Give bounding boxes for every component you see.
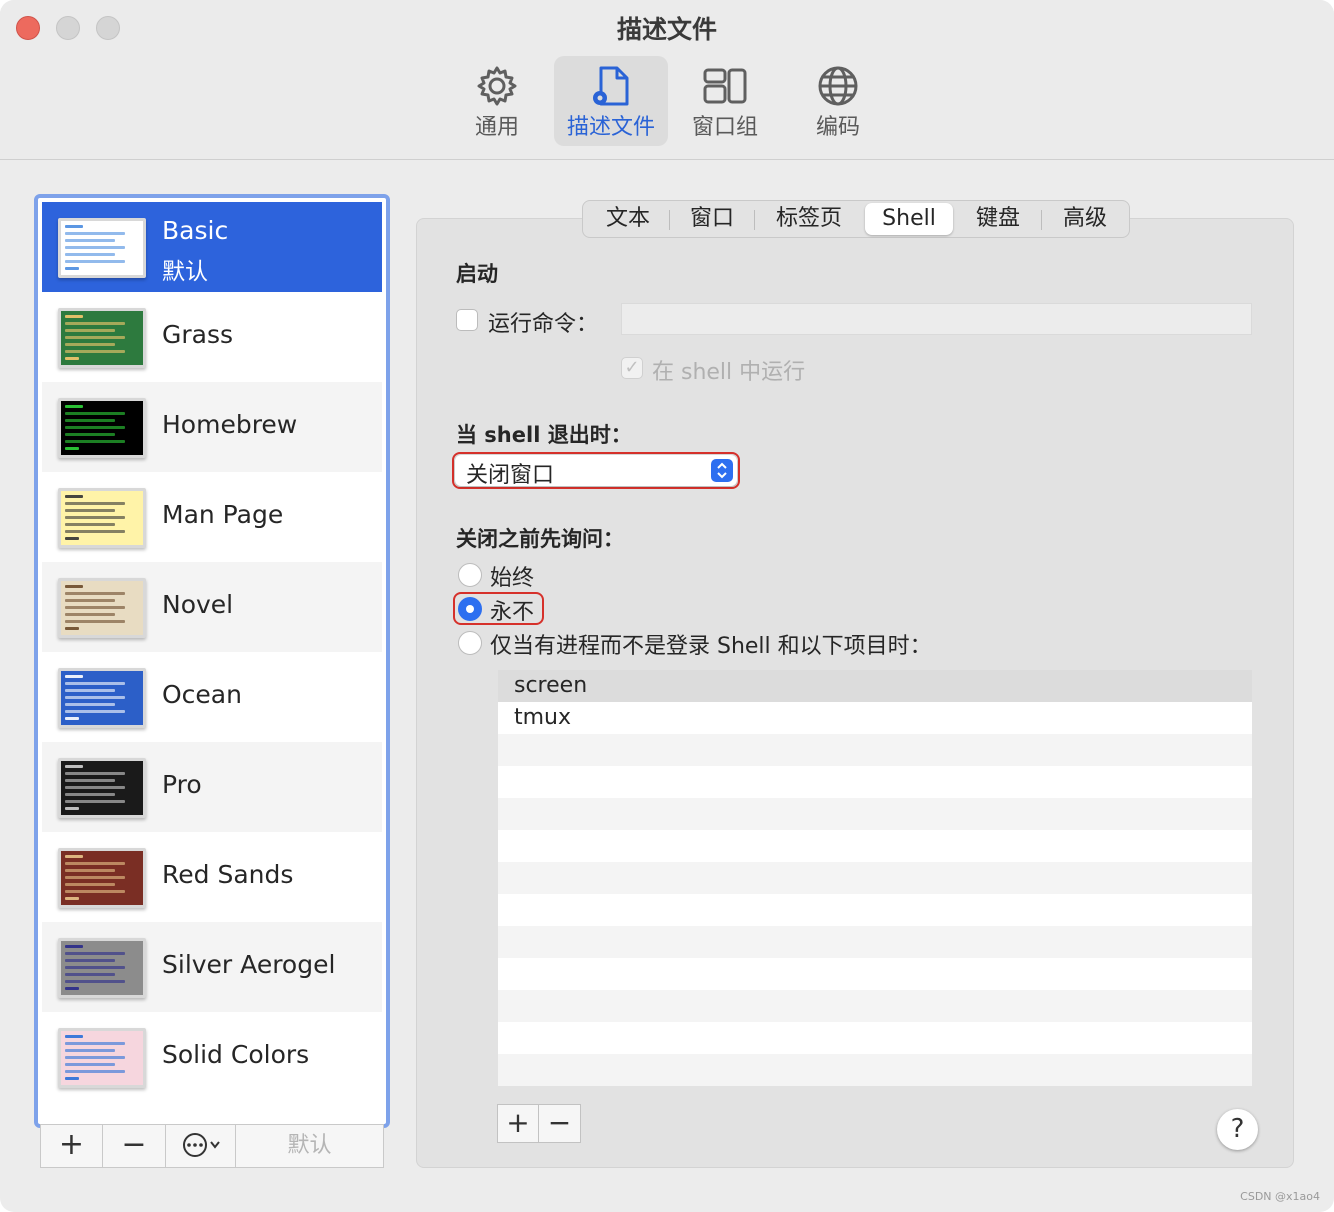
empty-row xyxy=(498,1054,1252,1086)
profile-name: Man Page xyxy=(162,500,284,529)
empty-row xyxy=(498,766,1252,798)
tab-separator xyxy=(1041,210,1042,230)
empty-row xyxy=(498,1022,1252,1054)
profile-row[interactable]: Man Page xyxy=(42,472,382,562)
profile-preview-thumbnail xyxy=(58,218,146,278)
gear-icon xyxy=(477,66,517,106)
on-exit-section-title: 当 shell 退出时： xyxy=(456,423,632,447)
empty-row xyxy=(498,734,1252,766)
run-in-shell-checkbox: ✓ xyxy=(621,357,643,379)
profile-row[interactable]: Solid Colors xyxy=(42,1012,382,1102)
process-list-buttons: + − xyxy=(497,1104,581,1143)
tab-separator xyxy=(754,210,755,230)
run-command-checkbox[interactable] xyxy=(456,309,478,331)
toolbar-encodings-label: 编码 xyxy=(815,115,860,140)
profile-name: Homebrew xyxy=(162,410,298,439)
watermark: CSDN @x1ao4 xyxy=(1240,1190,1320,1203)
toolbar-window-groups-label: 窗口组 xyxy=(691,115,758,140)
toolbar-encodings[interactable]: 编码 xyxy=(781,56,895,146)
empty-row xyxy=(498,862,1252,894)
profile-preview-thumbnail xyxy=(58,398,146,458)
more-actions-icon xyxy=(182,1133,220,1157)
ask-always-radio[interactable] xyxy=(458,563,482,587)
profile-default-label: 默认 xyxy=(162,259,208,285)
profile-preview-thumbnail xyxy=(58,668,146,728)
profile-name: Ocean xyxy=(162,680,242,709)
run-command-label: 运行命令： xyxy=(488,312,599,337)
empty-row xyxy=(498,894,1252,926)
toolbar-general[interactable]: 通用 xyxy=(440,56,554,146)
profile-doc-icon xyxy=(593,66,629,106)
run-in-shell-label: 在 shell 中运行 xyxy=(652,360,806,385)
help-button[interactable]: ? xyxy=(1217,1109,1258,1150)
remove-profile-button[interactable]: − xyxy=(103,1125,166,1167)
empty-row xyxy=(498,830,1252,862)
tab-tab[interactable]: 标签页 xyxy=(759,201,859,237)
tab-window[interactable]: 窗口 xyxy=(673,201,751,237)
toolbar-window-groups[interactable]: 窗口组 xyxy=(668,56,782,146)
empty-row xyxy=(498,926,1252,958)
tab-separator xyxy=(669,210,670,230)
profile-name: Grass xyxy=(162,320,234,349)
profile-preview-thumbnail xyxy=(58,758,146,818)
profile-name: Pro xyxy=(162,770,202,799)
profile-preview-thumbnail xyxy=(58,1028,146,1088)
ask-always-label: 始终 xyxy=(490,566,535,591)
profile-actions-menu-button[interactable] xyxy=(166,1125,236,1167)
on-exit-popup[interactable]: 关闭窗口 xyxy=(455,455,737,488)
add-process-button[interactable]: + xyxy=(498,1105,539,1142)
profile-list[interactable]: Basic 默认 Grass Homebrew Man Page Novel Ocean Pr… xyxy=(34,194,390,1128)
tab-advanced[interactable]: 高级 xyxy=(1045,201,1125,237)
profile-preview-thumbnail xyxy=(58,578,146,638)
ask-never-radio[interactable] xyxy=(458,597,482,621)
settings-tabbar: 文本 窗口 标签页 Shell 键盘 高级 xyxy=(582,200,1130,238)
profile-name: Red Sands xyxy=(162,860,294,889)
ask-never-label: 永不 xyxy=(490,600,535,625)
profile-row[interactable]: Basic 默认 xyxy=(42,202,382,292)
toolbar-profiles-label: 描述文件 xyxy=(566,115,655,140)
toolbar-profiles[interactable]: 描述文件 xyxy=(554,56,668,146)
ask-if-processes-label: 仅当有进程而不是登录 Shell 和以下项目时： xyxy=(490,634,932,659)
add-profile-button[interactable]: + xyxy=(41,1125,103,1167)
list-item[interactable]: screen xyxy=(498,670,1252,702)
process-list[interactable]: screen tmux xyxy=(498,670,1252,1086)
profile-preview-thumbnail xyxy=(58,308,146,368)
window-group-icon xyxy=(703,68,747,104)
profile-name: Silver Aerogel xyxy=(162,950,336,979)
profile-row[interactable]: Silver Aerogel xyxy=(42,922,382,1012)
window-title: 描述文件 xyxy=(616,15,717,44)
profile-preview-thumbnail xyxy=(58,938,146,998)
profile-list-buttons: + − 默认 xyxy=(40,1124,384,1168)
list-item[interactable]: tmux xyxy=(498,702,1252,734)
ask-if-processes-radio[interactable] xyxy=(458,631,482,655)
empty-row xyxy=(498,958,1252,990)
tab-shell[interactable]: Shell xyxy=(865,203,953,235)
profile-row[interactable]: Homebrew xyxy=(42,382,382,472)
profile-row[interactable]: Grass xyxy=(42,292,382,382)
profile-preview-thumbnail xyxy=(58,848,146,908)
run-command-field[interactable] xyxy=(621,303,1252,335)
profile-row[interactable]: Pro xyxy=(42,742,382,832)
profile-row[interactable]: Ocean xyxy=(42,652,382,742)
preferences-window: 描述文件 通用 描述文件 窗口组 编码 Basic 默认 Grass Homeb… xyxy=(0,0,1334,1212)
startup-section-title: 启动 xyxy=(456,262,498,286)
tab-keyboard[interactable]: 键盘 xyxy=(959,201,1037,237)
profile-name: Novel xyxy=(162,590,234,619)
profile-name: Basic xyxy=(162,216,229,245)
profile-preview-thumbnail xyxy=(58,488,146,548)
empty-row xyxy=(498,990,1252,1022)
profile-row[interactable]: Novel xyxy=(42,562,382,652)
remove-process-button[interactable]: − xyxy=(539,1105,580,1142)
popup-arrows-icon xyxy=(711,459,733,482)
titlebar: 描述文件 通用 描述文件 窗口组 编码 xyxy=(0,0,1334,160)
on-exit-popup-value: 关闭窗口 xyxy=(466,463,555,488)
ask-before-close-title: 关闭之前先询问： xyxy=(456,527,624,551)
profile-name: Solid Colors xyxy=(162,1040,310,1069)
toolbar-general-label: 通用 xyxy=(474,115,519,140)
set-default-button[interactable]: 默认 xyxy=(236,1125,383,1167)
globe-icon xyxy=(818,66,858,106)
profile-row[interactable]: Red Sands xyxy=(42,832,382,922)
tab-text[interactable]: 文本 xyxy=(589,201,667,237)
empty-row xyxy=(498,798,1252,830)
